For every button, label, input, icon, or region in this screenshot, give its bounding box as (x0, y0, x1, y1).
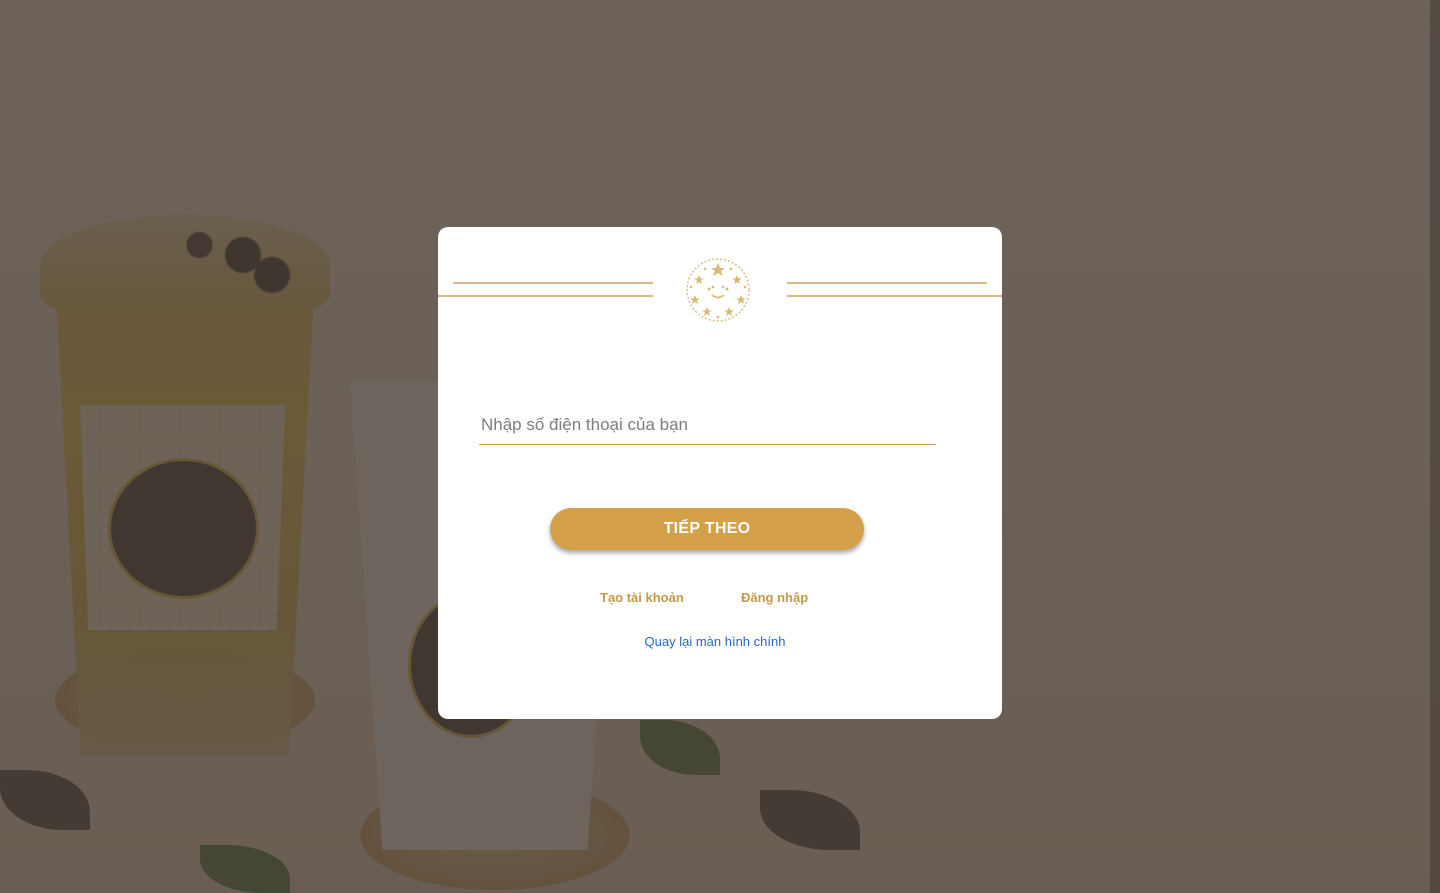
create-account-link[interactable]: Tạo tài khoản (600, 590, 684, 605)
divider (787, 282, 987, 284)
scrollbar[interactable] (1430, 0, 1440, 893)
login-dialog: TIẾP THEO Tạo tài khoản Đăng nhập Quay l… (438, 227, 1002, 719)
next-button[interactable]: TIẾP THEO (550, 508, 864, 550)
divider (453, 282, 653, 284)
phone-number-input[interactable] (479, 405, 936, 445)
divider (438, 295, 653, 297)
back-to-main-link[interactable]: Quay lại màn hình chính (438, 634, 992, 649)
sign-in-link[interactable]: Đăng nhập (741, 590, 808, 605)
divider (787, 295, 1002, 297)
star-face-logo-icon (686, 258, 750, 322)
